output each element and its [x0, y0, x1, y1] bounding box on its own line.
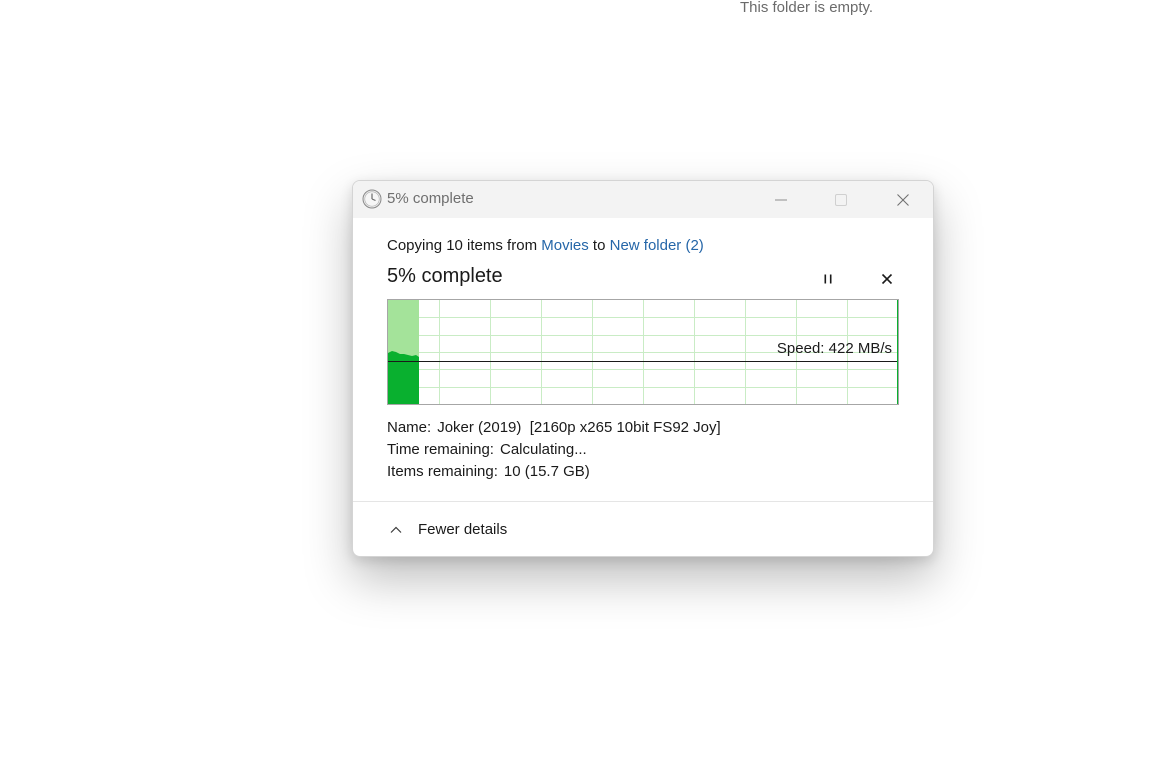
close-icon [897, 193, 909, 206]
minimize-icon [775, 199, 787, 200]
name-value: Joker (2019) [2160p x265 10bit FS92 Joy] [437, 419, 721, 436]
clock-icon [362, 189, 382, 209]
name-row: Name: Joker (2019) [2160p x265 10bit FS92… [387, 419, 721, 437]
speed-history-area [388, 351, 419, 404]
items-remaining-row: Items remaining: 10 (15.7 GB) [387, 463, 590, 481]
fewer-details-toggle[interactable]: Fewer details [389, 521, 507, 539]
cancel-icon [881, 273, 893, 285]
time-remaining-row: Time remaining: Calculating... [387, 441, 587, 459]
copy-prefix: Copying 10 items from [387, 237, 538, 254]
cancel-copy-button[interactable] [876, 268, 898, 290]
time-remaining-value: Calculating... [499, 441, 587, 458]
title-bar[interactable]: 5% complete [353, 181, 933, 218]
items-remaining-label: Items remaining: [387, 463, 498, 480]
destination-folder-link[interactable]: New folder (2) [610, 237, 704, 254]
speed-readout: Speed: 422 MB/s [776, 340, 892, 357]
time-remaining-label: Time remaining: [387, 441, 494, 458]
window-title: 5% complete [387, 190, 474, 207]
pause-icon [824, 274, 832, 284]
pause-button[interactable] [817, 268, 839, 290]
chevron-up-icon [390, 526, 402, 533]
fewer-details-label: Fewer details [418, 521, 508, 538]
empty-folder-message: This folder is empty. [740, 0, 874, 16]
file-copy-dialog: 5% complete Copying 10 items from Movies… [352, 180, 934, 557]
progress-headline: 5% complete [387, 265, 503, 287]
transfer-speed-graph: Speed: 422 MB/s [387, 299, 899, 405]
copy-description: Copying 10 items from Movies to New fold… [387, 237, 704, 255]
to-word: to [592, 237, 606, 254]
source-folder-link[interactable]: Movies [541, 237, 589, 254]
close-button[interactable] [873, 181, 933, 218]
maximize-button[interactable] [811, 181, 871, 218]
page: This folder is empty. 5% complete Copyin… [0, 0, 1158, 767]
footer-divider [353, 501, 933, 502]
maximize-icon [835, 193, 847, 206]
items-remaining-value: 10 (15.7 GB) [503, 463, 590, 480]
minimize-button[interactable] [751, 181, 811, 218]
name-label: Name: [387, 419, 432, 436]
